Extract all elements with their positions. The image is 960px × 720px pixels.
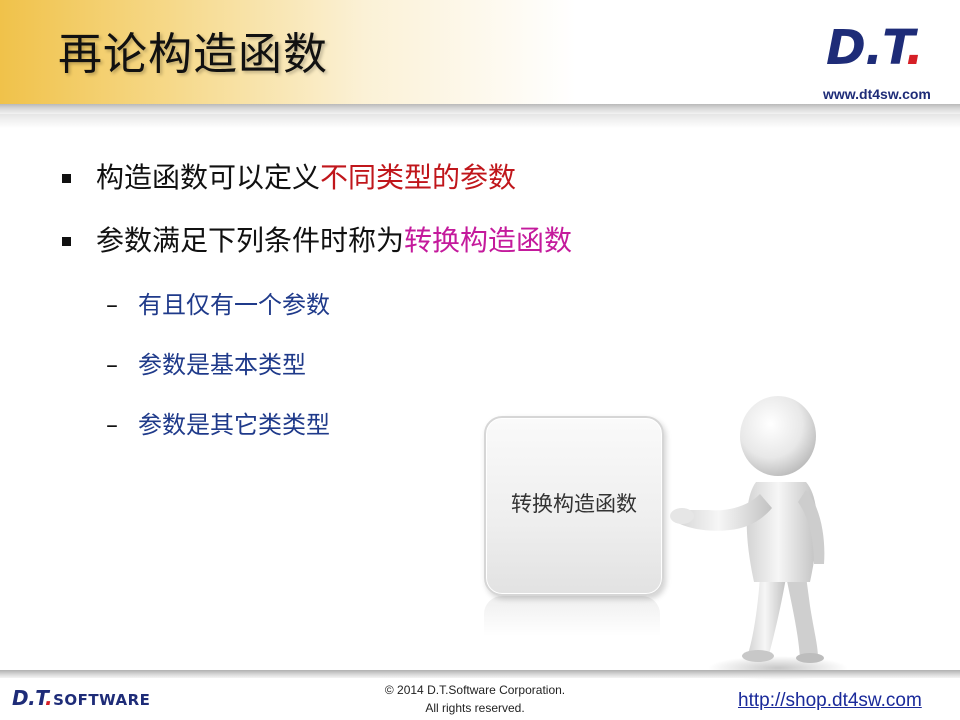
header-divider xyxy=(0,104,960,114)
footer-logo: D.T.SOFTWARE xyxy=(12,686,150,710)
sub-item: 参数是其它类类型 xyxy=(138,411,330,439)
copyright-notice: © 2014 D.T.Software Corporation. All rig… xyxy=(340,681,610,717)
shop-link[interactable]: http://shop.dt4sw.com xyxy=(738,690,922,712)
logo-dot: . xyxy=(905,20,924,76)
bullet-item: 参数满足下列条件时称为转换构造函数 xyxy=(96,221,572,261)
bullet-item: 构造函数可以定义不同类型的参数 xyxy=(96,158,516,198)
bullet-marker-icon xyxy=(62,174,71,183)
sub-item-dash: – xyxy=(106,291,118,319)
footer-logo-text: D.T xyxy=(12,686,45,710)
presenter-figure-icon xyxy=(670,396,848,680)
logo-text: D.T xyxy=(826,20,907,76)
bullet-marker-icon xyxy=(62,237,71,246)
brand-logo: D.T. xyxy=(826,20,924,76)
footer-divider xyxy=(0,670,960,678)
bullet-text: 构造函数可以定义 xyxy=(96,161,321,194)
slide: 再论构造函数 D.T. www.dt4sw.com 构造函数可以定义不同类型的参… xyxy=(0,0,960,720)
header-divider-shadow xyxy=(0,114,960,128)
footer-logo-suffix: SOFTWARE xyxy=(53,691,151,709)
sub-item: 有且仅有一个参数 xyxy=(138,291,330,319)
bullet-highlight: 不同类型的参数 xyxy=(320,161,517,194)
sub-item-dash: – xyxy=(106,351,118,379)
sub-item-dash: – xyxy=(106,411,118,439)
copyright-line: © 2014 D.T.Software Corporation. xyxy=(384,683,566,697)
page-title: 再论构造函数 xyxy=(58,29,328,80)
logo-url: www.dt4sw.com xyxy=(823,86,931,102)
sub-item: 参数是基本类型 xyxy=(138,351,306,379)
footer-logo-dot: . xyxy=(44,686,53,710)
bullet-highlight: 转换构造函数 xyxy=(404,224,573,257)
bullet-text: 参数满足下列条件时称为 xyxy=(96,224,405,257)
callout-reflection xyxy=(484,596,660,636)
callout-label: 转换构造函数 xyxy=(511,492,637,516)
copyright-line: All rights reserved. xyxy=(425,701,525,715)
